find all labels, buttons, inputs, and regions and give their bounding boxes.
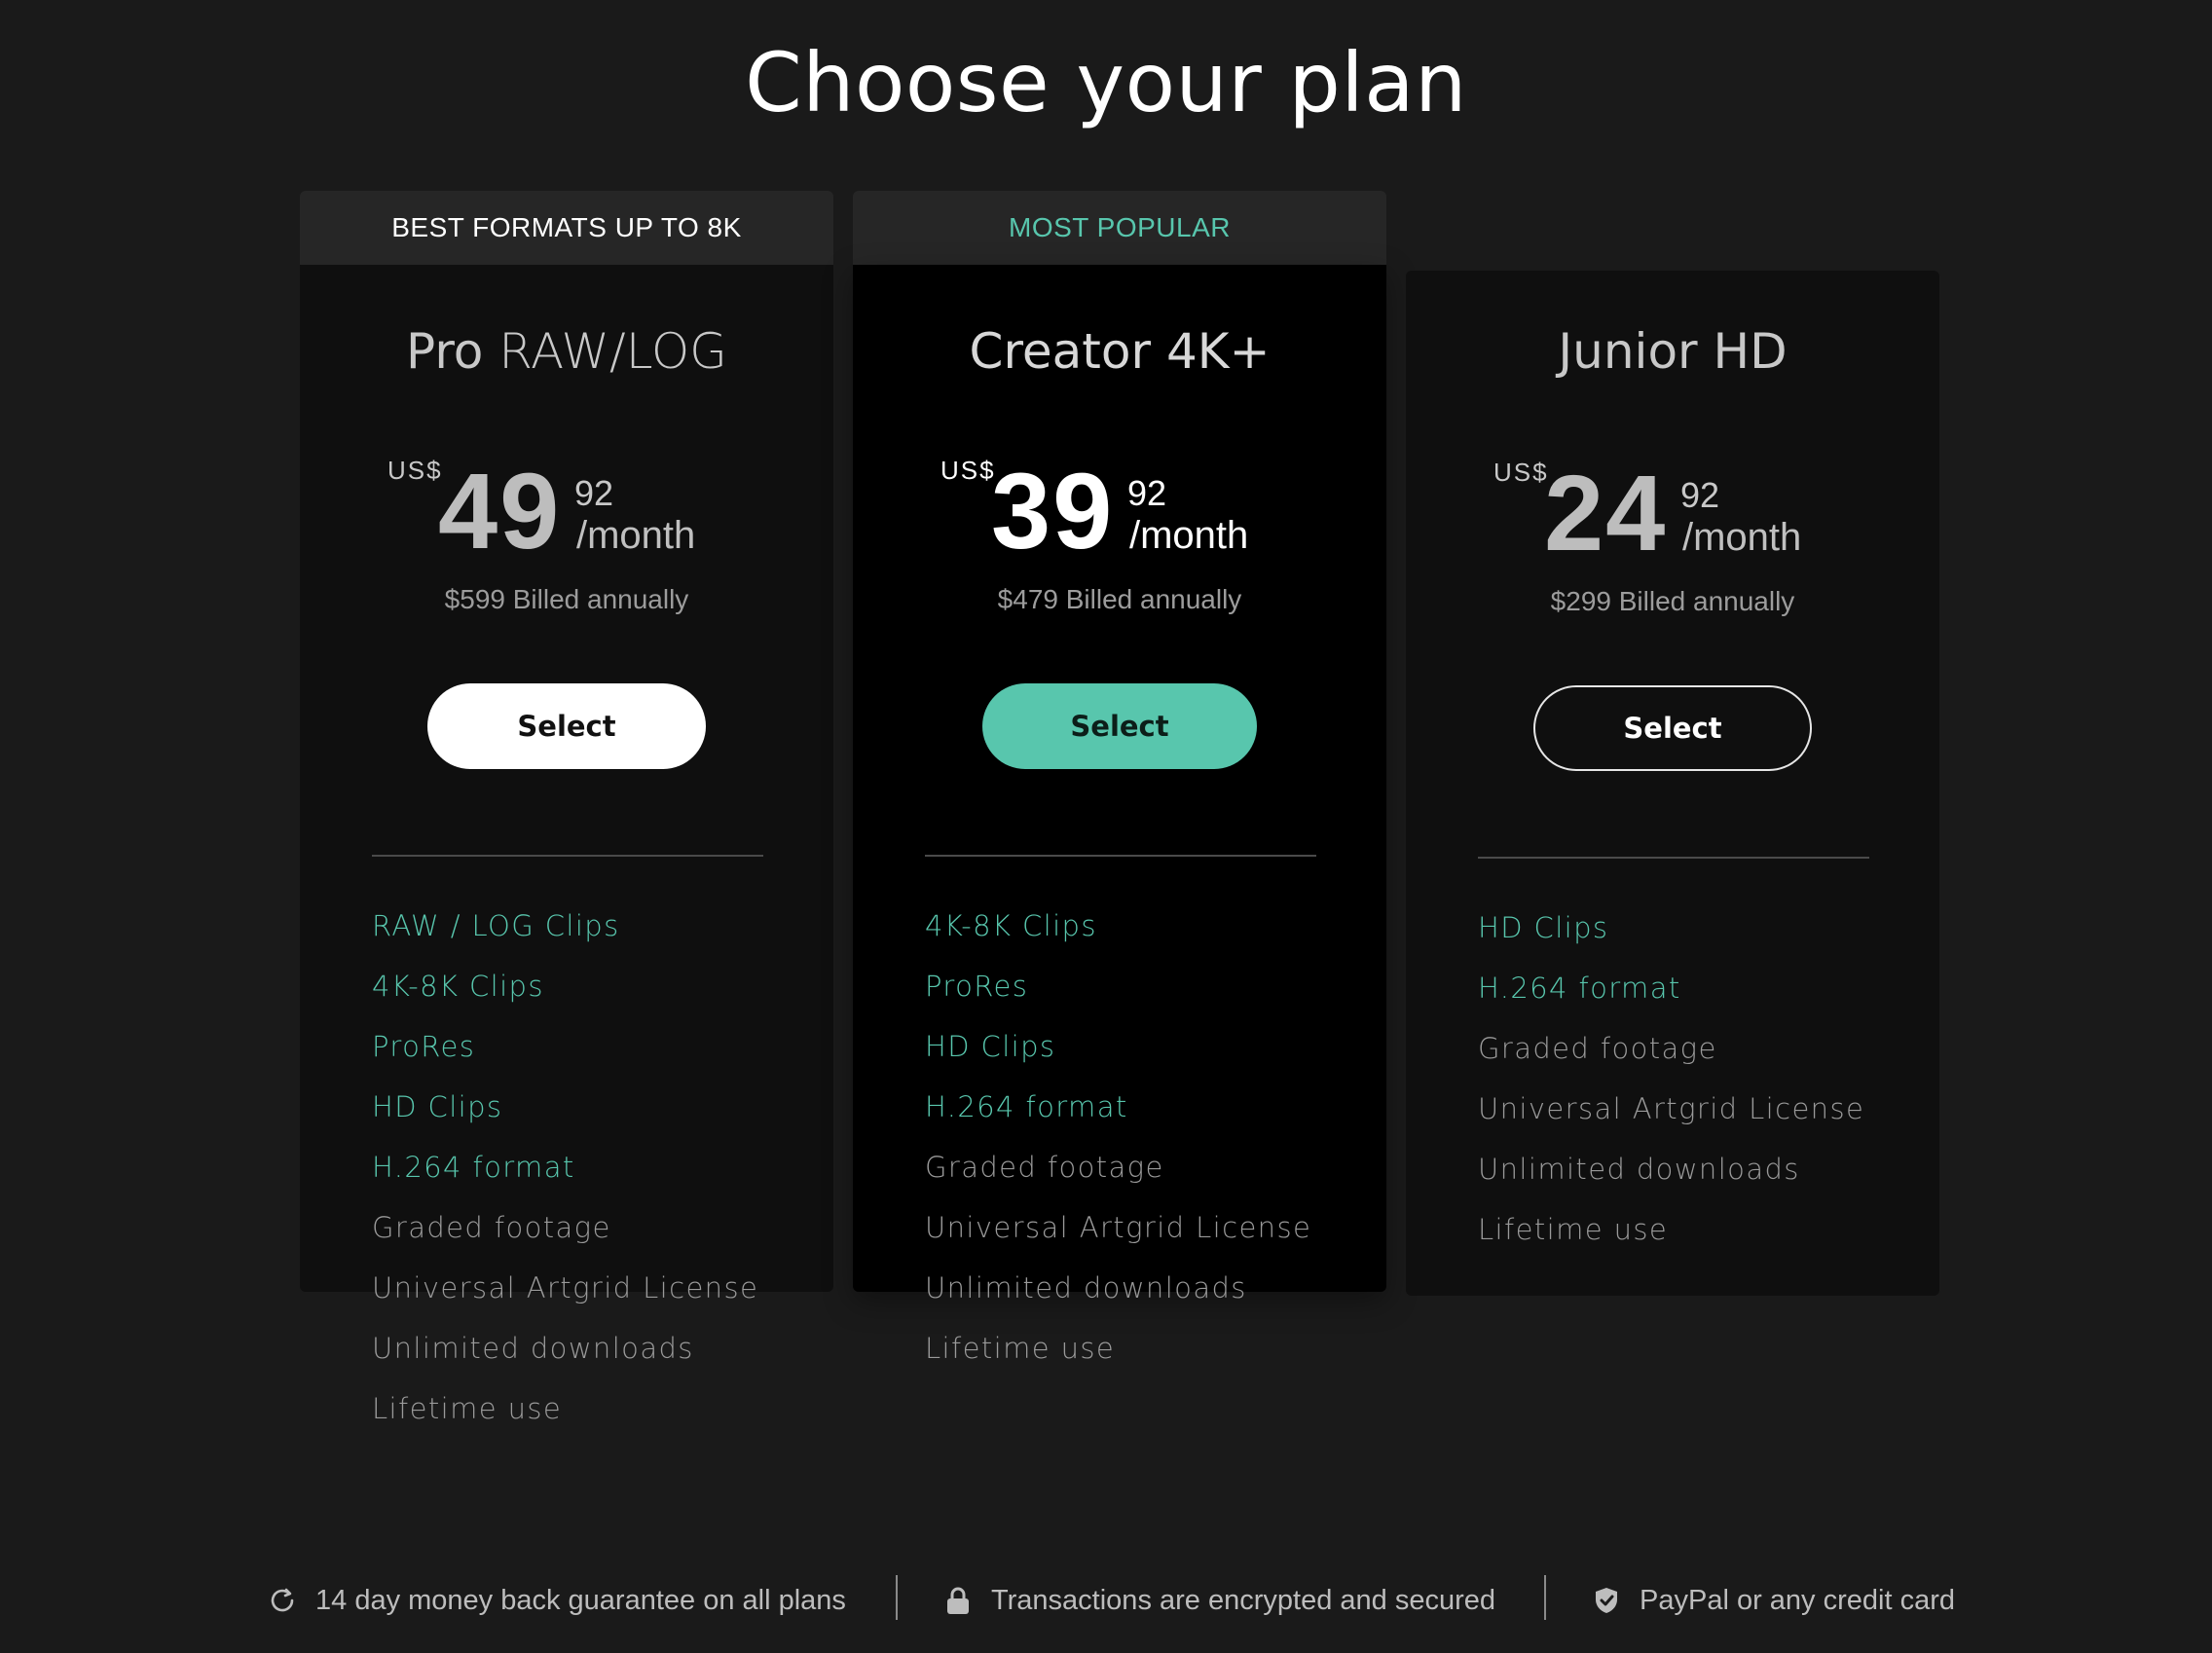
feature-item: Lifetime use [372,1392,563,1425]
price-period: /month [1682,516,1802,559]
feature-item: Unlimited downloads [372,1332,694,1365]
plan-tag: MOST POPULAR [853,191,1386,265]
feature-item: 4K-8K Clips [925,909,1097,942]
feature-item: HD Clips [372,1090,503,1123]
feature-item: Universal Artgrid License [1478,1092,1865,1125]
price-period: /month [576,514,696,557]
billed-annually: $599 Billed annually [444,584,689,614]
footer-separator [1544,1575,1546,1620]
refresh-icon [267,1585,298,1616]
feature-item: ProRes [925,970,1029,1003]
feature-item: H.264 format [1478,972,1681,1005]
price-cents: 92 [574,473,614,513]
footer-separator [896,1575,898,1620]
billed-annually: $479 Billed annually [997,584,1242,614]
select-button-junior[interactable]: Select [1533,685,1812,771]
plan-name-main: Creator [969,323,1152,380]
feature-item: Graded footage [1478,1032,1717,1065]
payment-note: PayPal or any credit card [1591,1579,1955,1622]
feature-item: Unlimited downloads [925,1271,1247,1304]
billed-annually: $299 Billed annually [1550,586,1795,616]
select-button-creator[interactable]: Select [982,683,1257,769]
feature-item: Universal Artgrid License [372,1271,759,1304]
plan-card-creator: MOST POPULAR Creator 4K+ US$ 39 92 /mont… [853,191,1386,1365]
plan-card-body: Creator 4K+ US$ 39 92 /month $479 Billed… [853,265,1386,1365]
feature-item: ProRes [372,1030,476,1063]
price-currency: US$ [1493,458,1549,487]
footer-assurances: 14 day money back guarantee on all plans… [0,1575,2212,1622]
feature-item: Universal Artgrid License [925,1211,1312,1244]
security-text: Transactions are encrypted and secured [991,1584,1495,1616]
feature-item: HD Clips [1478,911,1609,944]
price-cents: 92 [1127,473,1167,513]
price-currency: US$ [940,456,996,485]
plan-name-sub: RAW/LOG [498,323,727,380]
plan-name-main: Pro [406,323,484,380]
feature-list: RAW / LOG Clips 4K-8K Clips ProRes HD Cl… [372,896,758,1439]
feature-item: HD Clips [925,1030,1056,1063]
feature-item: H.264 format [372,1151,575,1184]
feature-item: Lifetime use [925,1332,1116,1365]
feature-item: Lifetime use [1478,1213,1669,1246]
feature-item: RAW / LOG Clips [372,909,620,942]
plan-name-main: Junior HD [1558,323,1788,380]
price-amount: 39 [991,452,1115,571]
plan-name: Pro RAW/LOG [300,323,833,380]
payment-text: PayPal or any credit card [1640,1584,1955,1616]
feature-item: Graded footage [372,1211,611,1244]
price-amount: 24 [1544,454,1668,573]
shield-check-icon [1591,1585,1622,1616]
feature-item: 4K-8K Clips [372,970,544,1003]
select-button-pro[interactable]: Select [427,683,706,769]
divider [925,855,1316,857]
plan-name-sub: 4K+ [1165,323,1271,380]
plan-card-pro: BEST FORMATS UP TO 8K Pro RAW/LOG US$ 49… [300,191,833,1425]
plan-card-body: Junior HD US$ 24 92 /month $299 Billed a… [1406,271,1939,1296]
feature-item: Unlimited downloads [1478,1153,1800,1186]
divider [372,855,763,857]
feature-item: H.264 format [925,1090,1128,1123]
guarantee-note: 14 day money back guarantee on all plans [267,1579,846,1622]
lock-icon [942,1585,974,1616]
plan-name: Creator 4K+ [853,323,1386,380]
divider [1478,857,1869,859]
feature-list: 4K-8K Clips ProRes HD Clips H.264 format… [925,896,1311,1378]
security-note: Transactions are encrypted and secured [942,1579,1495,1622]
plan-card-body: Pro RAW/LOG US$ 49 92 /month $599 Billed… [300,265,833,1425]
feature-item: Graded footage [925,1151,1164,1184]
plan-card-junior: Junior HD US$ 24 92 /month $299 Billed a… [1406,271,1939,1296]
feature-list: HD Clips H.264 format Graded footage Uni… [1478,898,1864,1260]
guarantee-text: 14 day money back guarantee on all plans [315,1584,846,1616]
price-amount: 49 [438,452,562,571]
price-period: /month [1129,514,1249,557]
page-title: Choose your plan [745,35,1467,130]
price-currency: US$ [387,456,443,485]
plan-name: Junior HD [1406,323,1939,380]
price-cents: 92 [1680,475,1720,515]
plan-tag: BEST FORMATS UP TO 8K [300,191,833,265]
